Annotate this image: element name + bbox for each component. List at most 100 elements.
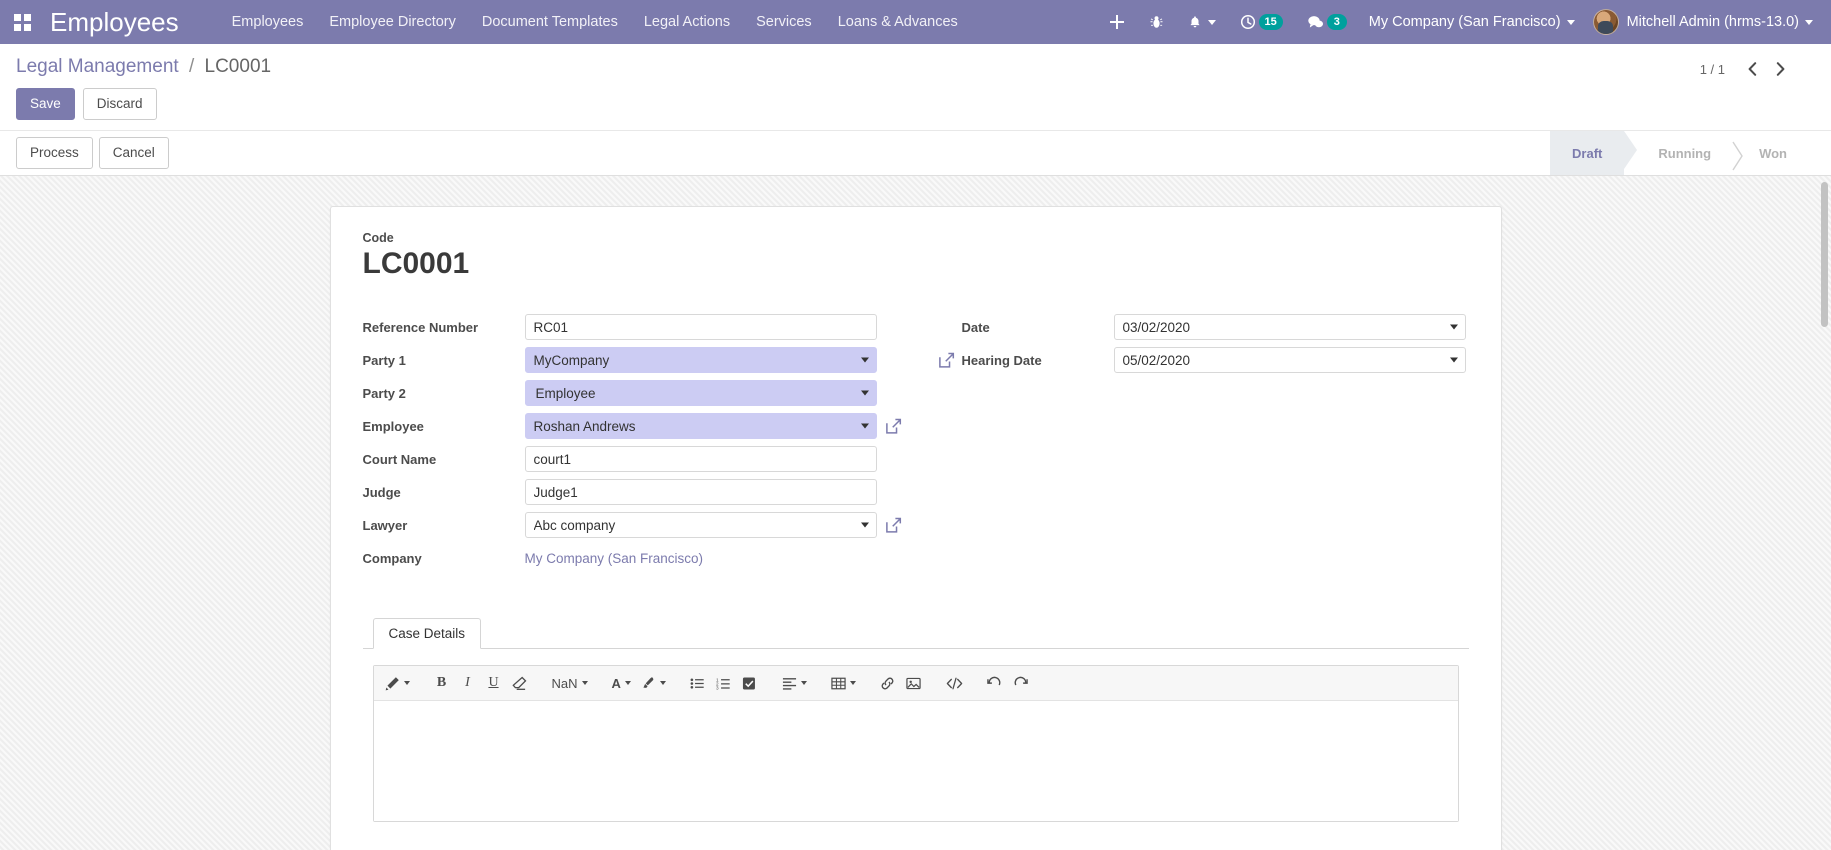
- discard-button[interactable]: Discard: [82, 88, 157, 121]
- save-button[interactable]: Save: [16, 88, 75, 121]
- menu-item-document-templates[interactable]: Document Templates: [469, 0, 631, 44]
- party-1-input[interactable]: MyCompany: [524, 347, 877, 374]
- scrollbar-thumb[interactable]: [1821, 182, 1828, 328]
- date-label-text: Date: [961, 319, 990, 335]
- employee-input[interactable]: Roshan Andrews: [524, 413, 877, 440]
- align-dropdown[interactable]: [777, 670, 812, 696]
- tab-case-details[interactable]: Case Details: [372, 618, 482, 650]
- link-button[interactable]: [875, 670, 901, 696]
- field-label-court-name: Court Name: [362, 451, 437, 467]
- hearing-date-external-link-icon[interactable]: [938, 352, 955, 369]
- field-hearing-date: Hearing Date: [938, 347, 1469, 374]
- italic-button[interactable]: I: [455, 670, 481, 696]
- field-label-employee: Employee: [362, 418, 424, 434]
- date-input[interactable]: [1113, 314, 1466, 341]
- messages-menu-button[interactable]: 3: [1295, 0, 1359, 44]
- chevron-down-icon: [581, 681, 588, 686]
- hearing-date-input[interactable]: [1113, 347, 1466, 374]
- code-view-button[interactable]: [941, 670, 968, 696]
- clear-format-button[interactable]: [507, 670, 533, 696]
- breadcrumb-root[interactable]: Legal Management: [16, 56, 179, 77]
- table-dropdown[interactable]: [826, 670, 861, 696]
- highlight-color-dropdown[interactable]: [636, 670, 671, 696]
- lawyer-external-link-icon[interactable]: [885, 517, 902, 534]
- top-navbar: Employees Employees Employee Directory D…: [0, 0, 1831, 44]
- field-reference-number: Reference Number: [363, 314, 916, 341]
- statusbar: Draft Running Won: [1550, 131, 1831, 176]
- underline-button[interactable]: U: [481, 670, 507, 696]
- image-button[interactable]: [901, 670, 927, 696]
- editor-toolbar: B I U NaN A 1 2 3: [373, 666, 1458, 702]
- field-date: Date: [938, 314, 1469, 341]
- activity-menu-button[interactable]: 15: [1228, 0, 1295, 44]
- toolbar-group-format: B I U: [429, 670, 533, 696]
- menu-item-services[interactable]: Services: [743, 0, 825, 44]
- menu-item-legal-actions[interactable]: Legal Actions: [631, 0, 743, 44]
- pager-next-button[interactable]: [1767, 56, 1793, 82]
- chevron-down-icon: [624, 681, 631, 686]
- menu-item-employee-directory[interactable]: Employee Directory: [316, 0, 469, 44]
- style-magic-wand-icon[interactable]: [380, 670, 415, 696]
- company-switcher-label: My Company (San Francisco): [1368, 14, 1561, 30]
- bold-button[interactable]: B: [429, 670, 455, 696]
- stage-won[interactable]: Won: [1732, 131, 1809, 176]
- html-editor: B I U NaN A 1 2 3: [372, 665, 1459, 823]
- menu-item-employees[interactable]: Employees: [219, 0, 317, 44]
- company-switcher[interactable]: My Company (San Francisco): [1359, 0, 1585, 44]
- ordered-list-button[interactable]: 123: [711, 670, 737, 696]
- apps-menu-button[interactable]: [0, 0, 44, 44]
- user-menu-label: Mitchell Admin (hrms-13.0): [1626, 14, 1799, 30]
- vertical-scrollbar[interactable]: [1820, 176, 1829, 850]
- reference-number-input[interactable]: [524, 314, 877, 341]
- apps-grid-icon: [13, 13, 31, 31]
- font-color-dropdown[interactable]: A: [607, 670, 636, 696]
- field-employee: Employee Roshan Andrews: [362, 413, 916, 440]
- party-2-select[interactable]: Employee: [524, 380, 877, 407]
- field-label-hearing-date: Hearing Date: [938, 352, 1114, 369]
- status-row: Process Cancel Draft Running Won: [0, 130, 1831, 176]
- font-color-glyph: A: [611, 675, 621, 691]
- chevron-down-icon: [1566, 19, 1575, 25]
- unordered-list-button[interactable]: [685, 670, 711, 696]
- toolbar-group-fontsize: NaN: [547, 670, 593, 696]
- toolbar-group-table: [826, 670, 861, 696]
- pager-value: 1 / 1: [1699, 61, 1725, 77]
- checklist-button[interactable]: [737, 670, 763, 696]
- stage-running[interactable]: Running: [1624, 131, 1734, 176]
- chevron-down-icon: [1805, 19, 1813, 25]
- chevron-down-icon: [800, 681, 807, 686]
- lawyer-select[interactable]: [524, 512, 877, 539]
- bell-icon[interactable]: [1176, 0, 1228, 44]
- field-lawyer: Lawyer: [363, 512, 916, 539]
- toolbar-group-insert: [875, 670, 927, 696]
- field-judge: Judge: [363, 479, 916, 506]
- font-size-dropdown[interactable]: NaN: [547, 670, 593, 696]
- field-company: Company My Company (San Francisco): [363, 545, 916, 571]
- field-party-1: Party 1 MyCompany: [363, 347, 916, 374]
- stage-running-label: Running: [1658, 145, 1712, 161]
- bug-icon[interactable]: [1137, 0, 1176, 44]
- stage-draft[interactable]: Draft: [1550, 131, 1638, 176]
- process-button[interactable]: Process: [16, 137, 93, 170]
- chevron-down-icon: [659, 681, 666, 686]
- toolbar-group-color: A: [607, 670, 671, 696]
- activity-count-badge: 15: [1258, 14, 1283, 30]
- company-value[interactable]: My Company (San Francisco): [525, 551, 704, 566]
- messages-count-badge: 3: [1326, 14, 1347, 30]
- stage-won-label: Won: [1759, 145, 1787, 161]
- judge-input[interactable]: [524, 479, 877, 506]
- employee-value: Roshan Andrews: [533, 418, 636, 434]
- pager-previous-button[interactable]: [1739, 56, 1765, 82]
- undo-button[interactable]: [982, 670, 1008, 696]
- court-name-input[interactable]: [524, 446, 877, 473]
- user-menu[interactable]: Mitchell Admin (hrms-13.0): [1585, 0, 1819, 44]
- plus-icon[interactable]: [1097, 0, 1137, 44]
- field-party-2: Party 2 Employee: [363, 380, 916, 407]
- menu-item-loans-advances[interactable]: Loans & Advances: [825, 0, 971, 44]
- employee-external-link-icon[interactable]: [885, 418, 902, 435]
- stage-draft-label: Draft: [1572, 145, 1603, 161]
- cancel-button[interactable]: Cancel: [98, 137, 169, 170]
- redo-button[interactable]: [1008, 670, 1034, 696]
- case-details-editor-area[interactable]: [373, 701, 1458, 822]
- app-brand-title[interactable]: Employees: [50, 7, 179, 38]
